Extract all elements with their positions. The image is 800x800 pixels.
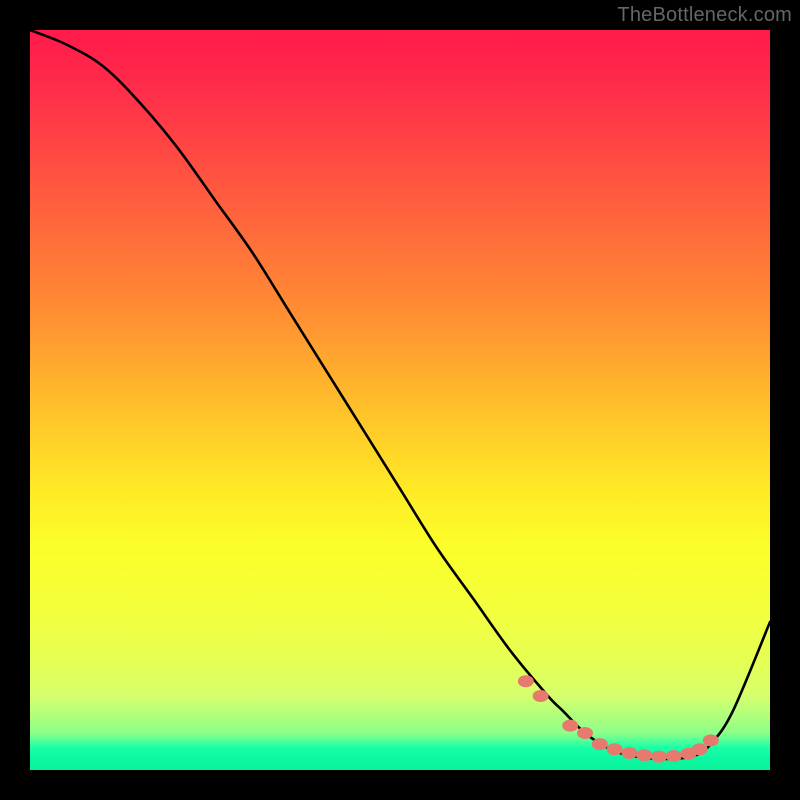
marker-dot xyxy=(651,751,667,763)
marker-dot xyxy=(636,749,652,761)
curve-layer xyxy=(30,30,770,770)
marker-dot xyxy=(592,738,608,750)
plot-area xyxy=(30,30,770,770)
marker-dot xyxy=(692,743,708,755)
marker-dot xyxy=(621,747,637,759)
marker-dot xyxy=(533,690,549,702)
watermark-text: TheBottleneck.com xyxy=(617,4,792,27)
marker-dots xyxy=(518,675,719,762)
marker-dot xyxy=(577,727,593,739)
marker-dot xyxy=(666,750,682,762)
chart-frame: TheBottleneck.com xyxy=(0,0,800,800)
marker-dot xyxy=(703,734,719,746)
marker-dot xyxy=(562,720,578,732)
bottleneck-curve xyxy=(30,30,770,759)
marker-dot xyxy=(518,675,534,687)
marker-dot xyxy=(607,743,623,755)
